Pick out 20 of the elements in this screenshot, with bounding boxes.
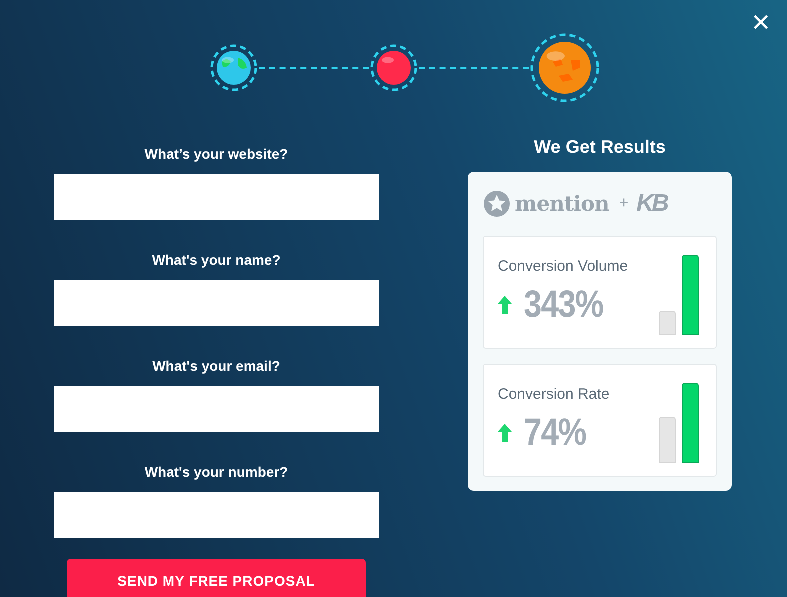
submit-button[interactable]: SEND MY FREE PROPOSAL — [67, 559, 366, 597]
stat-value: 74% — [524, 411, 586, 455]
plus-sign: + — [619, 194, 629, 214]
up-arrow-icon — [498, 296, 512, 314]
field-label: What’s your website? — [144, 145, 290, 164]
brand-name: mention — [515, 190, 610, 218]
close-button[interactable]: ✕ — [747, 10, 775, 38]
up-arrow-icon — [498, 424, 512, 442]
stat-label: Conversion Volume — [498, 257, 630, 277]
stat-label: Conversion Rate — [498, 385, 611, 405]
field-label: What's your email? — [152, 357, 282, 376]
input-field[interactable] — [54, 174, 379, 220]
partner-name: KB — [636, 189, 668, 219]
input-field[interactable] — [54, 386, 379, 432]
input-field[interactable] — [54, 280, 379, 326]
field-label: What's your name? — [151, 251, 282, 270]
results-title: We Get Results — [533, 136, 667, 159]
input-field[interactable] — [54, 492, 379, 538]
stat-value: 343% — [524, 283, 604, 327]
field-label: What's your number? — [144, 463, 290, 482]
